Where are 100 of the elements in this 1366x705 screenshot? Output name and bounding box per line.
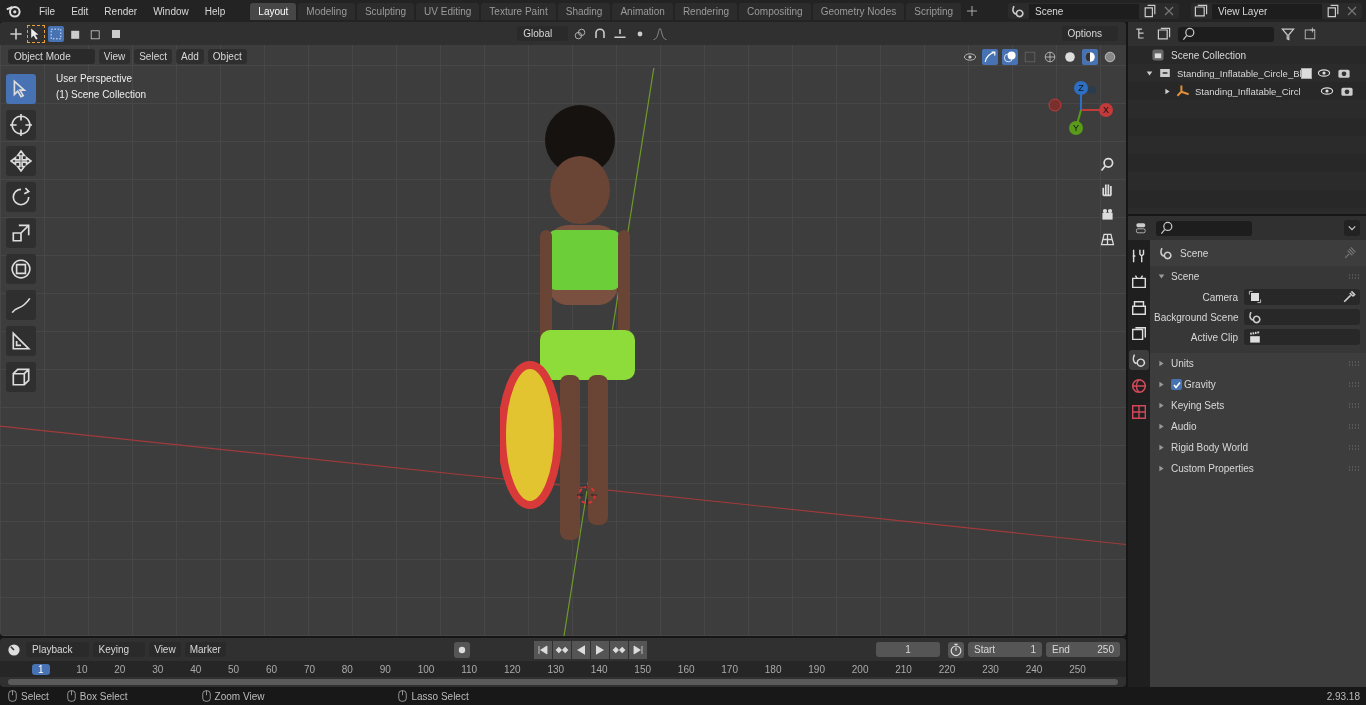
panel-title[interactable]: Gravity (1184, 379, 1216, 390)
include-checkbox[interactable] (1301, 67, 1312, 79)
transform-tool-icon[interactable] (6, 254, 36, 284)
copy-icon[interactable] (1142, 3, 1158, 19)
measure-tool-icon[interactable] (6, 326, 36, 356)
image-stack-icon[interactable] (1156, 26, 1172, 42)
add-tool-icon[interactable] (6, 362, 36, 392)
axis-handle[interactable] (1048, 98, 1062, 112)
editor-type-icon[interactable] (8, 25, 24, 42)
disclosure-triangle-icon[interactable] (1158, 273, 1165, 280)
scene-properties-tab[interactable] (1129, 350, 1149, 370)
workspace-tab[interactable]: Modeling (298, 2, 355, 20)
new-collection-icon[interactable] (1302, 26, 1318, 42)
workspace-tab[interactable]: Texture Paint (481, 2, 556, 20)
current-frame-marker[interactable]: 1 (32, 663, 50, 675)
menu-item[interactable]: Window (146, 3, 196, 19)
next-keyframe-icon[interactable] (610, 640, 629, 659)
drag-handle-icon[interactable] (1348, 444, 1360, 451)
panel-title[interactable]: Units (1171, 358, 1194, 369)
menu-item[interactable]: Help (197, 3, 233, 19)
outliner-search-field[interactable] (1178, 26, 1274, 42)
drag-handle-icon[interactable] (1348, 381, 1360, 388)
start-frame-field[interactable]: Start 1 (968, 642, 1042, 658)
timeline-menu-item[interactable]: Marker (184, 642, 226, 658)
properties-search-field[interactable] (1156, 220, 1252, 236)
select-mode-icon[interactable] (48, 25, 64, 42)
menu-item[interactable]: Edit (64, 3, 96, 19)
move-tool-icon[interactable] (6, 146, 36, 176)
scale-tool-icon[interactable] (6, 218, 36, 248)
annotate-tool-icon[interactable] (6, 290, 36, 320)
grid-icon[interactable] (1099, 231, 1116, 248)
drag-handle-icon[interactable] (1348, 402, 1360, 409)
disclosure-triangle-icon[interactable] (1146, 69, 1153, 77)
jump-start-icon[interactable] (534, 640, 553, 659)
panel-title[interactable]: Scene (1171, 271, 1200, 282)
scene-field[interactable] (1244, 309, 1360, 325)
outliner-item[interactable]: Scene Collection (1171, 49, 1247, 61)
scene-selector[interactable]: Scene (1008, 3, 1179, 19)
timeline-menu-item[interactable]: View (149, 642, 181, 658)
outliner-item[interactable]: Standing_Inflatable_Circl (1195, 85, 1315, 97)
overlay-toggle-icon[interactable] (1002, 48, 1018, 65)
axis-handle[interactable] (1074, 81, 1088, 95)
texture-properties-tab[interactable] (1129, 402, 1149, 422)
world-properties-tab[interactable] (1129, 376, 1149, 396)
clock-icon[interactable] (6, 641, 22, 658)
copy-icon[interactable] (1325, 3, 1341, 19)
record-icon[interactable] (454, 641, 471, 658)
timeline-menu-item[interactable]: Playback (26, 642, 89, 658)
material-shading-icon[interactable] (1082, 48, 1098, 65)
workspace-tab[interactable]: Scripting (906, 2, 962, 20)
cursor-tool-icon[interactable] (6, 110, 36, 140)
disclosure-triangle-icon[interactable] (1158, 465, 1165, 472)
menu-item[interactable]: File (32, 3, 63, 19)
eyedropper-icon[interactable] (1341, 289, 1357, 305)
chevron-down-icon[interactable] (1344, 220, 1360, 236)
play-reverse-icon[interactable] (572, 640, 591, 659)
current-frame-field[interactable]: 1 (876, 642, 940, 658)
workspace-tab[interactable]: Geometry Nodes (812, 2, 905, 20)
gizmo-toggle-icon[interactable] (982, 48, 998, 65)
filter-icon[interactable] (1280, 26, 1296, 42)
jump-end-icon[interactable] (629, 640, 648, 659)
workspace-tab[interactable]: Layout (250, 2, 297, 20)
axis-handle[interactable] (1099, 103, 1113, 117)
viewport-menu-item[interactable]: View (98, 49, 131, 64)
axis-handle[interactable] (1088, 86, 1096, 94)
viewport-menu-item[interactable]: Select (134, 49, 172, 64)
camera-field[interactable] (1244, 289, 1360, 305)
transform-orientation-dropdown[interactable]: Global (517, 26, 569, 41)
navigation-gizmo-drawing[interactable]: Z Y X (1048, 80, 1118, 140)
axis-handle[interactable] (1069, 121, 1083, 135)
disclosure-triangle-icon[interactable] (1164, 87, 1171, 95)
previous-keyframe-icon[interactable] (553, 640, 572, 659)
timeline-scrollbar[interactable] (8, 679, 1118, 685)
viewport-menu-item[interactable]: Object (207, 49, 247, 64)
drag-handle-icon[interactable] (1348, 360, 1360, 367)
arrow-cursor-icon[interactable] (28, 25, 44, 42)
end-frame-field[interactable]: End 250 (1046, 642, 1120, 658)
disclosure-triangle-icon[interactable] (1158, 360, 1165, 367)
disclosure-triangle-icon[interactable] (1158, 423, 1165, 430)
viewport-grid[interactable]: Global Options Object Mode View Select Add Object User Perspective (1) Scene Collection Z Y X (0, 22, 1126, 636)
workspace-tab[interactable]: Compositing (739, 2, 811, 20)
select-tool-icon[interactable] (6, 74, 36, 104)
disclosure-triangle-icon[interactable] (1158, 381, 1165, 388)
camera-icon[interactable] (1099, 206, 1116, 223)
disclosure-triangle-icon[interactable] (1158, 402, 1165, 409)
panel-title[interactable]: Audio (1171, 421, 1197, 432)
panel-title[interactable]: Keying Sets (1171, 400, 1225, 411)
drag-handle-icon[interactable] (1348, 465, 1360, 472)
mode-dropdown[interactable]: Object Mode (8, 49, 95, 64)
workspace-tab[interactable]: Animation (612, 2, 673, 20)
clip-field[interactable] (1244, 329, 1360, 345)
workspace-tab[interactable]: Rendering (674, 2, 738, 20)
panel-title[interactable]: Rigid Body World (1171, 442, 1249, 453)
view-layer-selector[interactable]: View Layer (1191, 3, 1362, 19)
workspace-tab[interactable]: Shading (557, 2, 611, 20)
panel-checkbox[interactable] (1171, 379, 1182, 390)
stopwatch-icon[interactable] (948, 641, 964, 658)
menu-item[interactable]: Render (97, 3, 145, 19)
play-icon[interactable] (591, 640, 610, 659)
viewport-menu-item[interactable]: Add (176, 49, 204, 64)
